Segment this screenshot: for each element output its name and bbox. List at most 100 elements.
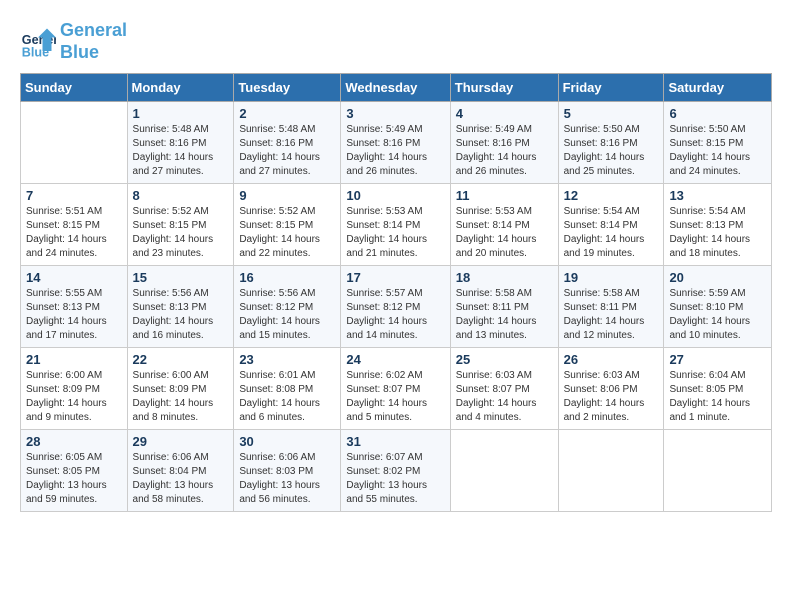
day-number: 24 — [346, 352, 444, 367]
calendar-cell: 20Sunrise: 5:59 AMSunset: 8:10 PMDayligh… — [664, 266, 772, 348]
calendar-cell: 23Sunrise: 6:01 AMSunset: 8:08 PMDayligh… — [234, 348, 341, 430]
calendar-table: SundayMondayTuesdayWednesdayThursdayFrid… — [20, 73, 772, 512]
day-info: Sunrise: 5:51 AM — [26, 205, 122, 219]
day-info: Sunset: 8:14 PM — [346, 219, 444, 233]
day-info: and 23 minutes. — [133, 247, 229, 261]
day-number: 18 — [456, 270, 553, 285]
day-number: 20 — [669, 270, 766, 285]
day-info: Daylight: 14 hours — [669, 233, 766, 247]
day-info: Sunrise: 5:54 AM — [564, 205, 659, 219]
day-info: Sunrise: 6:05 AM — [26, 451, 122, 465]
day-info: Daylight: 14 hours — [133, 315, 229, 329]
calendar-cell: 26Sunrise: 6:03 AMSunset: 8:06 PMDayligh… — [558, 348, 664, 430]
calendar-cell: 15Sunrise: 5:56 AMSunset: 8:13 PMDayligh… — [127, 266, 234, 348]
day-info: and 26 minutes. — [456, 165, 553, 179]
day-number: 1 — [133, 106, 229, 121]
day-info: and 26 minutes. — [346, 165, 444, 179]
logo-text: GeneralBlue — [60, 20, 127, 63]
calendar-week-row: 14Sunrise: 5:55 AMSunset: 8:13 PMDayligh… — [21, 266, 772, 348]
day-info: and 20 minutes. — [456, 247, 553, 261]
day-info: Sunset: 8:09 PM — [133, 383, 229, 397]
day-number: 28 — [26, 434, 122, 449]
day-info: and 4 minutes. — [456, 411, 553, 425]
day-info: Daylight: 14 hours — [239, 233, 335, 247]
day-info: and 15 minutes. — [239, 329, 335, 343]
day-info: Sunset: 8:05 PM — [26, 465, 122, 479]
day-info: Daylight: 13 hours — [26, 479, 122, 493]
day-header-sunday: Sunday — [21, 74, 128, 102]
day-info: Sunset: 8:05 PM — [669, 383, 766, 397]
day-info: Sunrise: 5:49 AM — [346, 123, 444, 137]
calendar-cell: 18Sunrise: 5:58 AMSunset: 8:11 PMDayligh… — [450, 266, 558, 348]
calendar-cell — [558, 430, 664, 512]
day-number: 6 — [669, 106, 766, 121]
calendar-cell: 4Sunrise: 5:49 AMSunset: 8:16 PMDaylight… — [450, 102, 558, 184]
day-info: Daylight: 13 hours — [239, 479, 335, 493]
calendar-cell: 25Sunrise: 6:03 AMSunset: 8:07 PMDayligh… — [450, 348, 558, 430]
day-number: 22 — [133, 352, 229, 367]
day-info: and 27 minutes. — [133, 165, 229, 179]
day-info: Sunset: 8:08 PM — [239, 383, 335, 397]
calendar-cell: 27Sunrise: 6:04 AMSunset: 8:05 PMDayligh… — [664, 348, 772, 430]
day-info: and 24 minutes. — [26, 247, 122, 261]
day-info: Daylight: 14 hours — [669, 397, 766, 411]
day-info: Sunrise: 6:06 AM — [239, 451, 335, 465]
day-info: Sunrise: 5:49 AM — [456, 123, 553, 137]
day-info: Sunrise: 6:06 AM — [133, 451, 229, 465]
day-info: Sunrise: 5:53 AM — [346, 205, 444, 219]
day-info: Sunset: 8:13 PM — [26, 301, 122, 315]
calendar-cell: 31Sunrise: 6:07 AMSunset: 8:02 PMDayligh… — [341, 430, 450, 512]
calendar-cell: 1Sunrise: 5:48 AMSunset: 8:16 PMDaylight… — [127, 102, 234, 184]
day-info: Sunset: 8:12 PM — [239, 301, 335, 315]
day-info: Sunrise: 6:03 AM — [456, 369, 553, 383]
day-number: 3 — [346, 106, 444, 121]
day-number: 5 — [564, 106, 659, 121]
day-info: Sunset: 8:02 PM — [346, 465, 444, 479]
calendar-week-row: 1Sunrise: 5:48 AMSunset: 8:16 PMDaylight… — [21, 102, 772, 184]
calendar-week-row: 28Sunrise: 6:05 AMSunset: 8:05 PMDayligh… — [21, 430, 772, 512]
day-info: Sunrise: 5:52 AM — [239, 205, 335, 219]
day-info: Daylight: 14 hours — [26, 397, 122, 411]
day-number: 12 — [564, 188, 659, 203]
calendar-cell: 21Sunrise: 6:00 AMSunset: 8:09 PMDayligh… — [21, 348, 128, 430]
day-info: Sunset: 8:12 PM — [346, 301, 444, 315]
day-info: Sunset: 8:16 PM — [346, 137, 444, 151]
day-info: and 19 minutes. — [564, 247, 659, 261]
day-number: 7 — [26, 188, 122, 203]
day-number: 16 — [239, 270, 335, 285]
day-info: and 14 minutes. — [346, 329, 444, 343]
calendar-cell — [21, 102, 128, 184]
logo: General Blue GeneralBlue — [20, 20, 127, 63]
day-info: Daylight: 14 hours — [669, 315, 766, 329]
calendar-cell: 7 Sunrise: 5:51 AMSunset: 8:15 PMDaylight… — [21, 184, 128, 266]
day-info: Daylight: 14 hours — [133, 233, 229, 247]
day-info: Sunset: 8:15 PM — [26, 219, 122, 233]
calendar-cell: 28 Sunrise: 6:05 AMSunset: 8:05 PMDayligh… — [21, 430, 128, 512]
day-info: Daylight: 14 hours — [26, 233, 122, 247]
day-info: Sunset: 8:15 PM — [133, 219, 229, 233]
logo-icon: General Blue — [20, 24, 56, 60]
calendar-cell: 10Sunrise: 5:53 AMSunset: 8:14 PMDayligh… — [341, 184, 450, 266]
day-info: Daylight: 14 hours — [456, 151, 553, 165]
day-info: Sunrise: 5:57 AM — [346, 287, 444, 301]
day-number: 4 — [456, 106, 553, 121]
day-number: 15 — [133, 270, 229, 285]
day-number: 27 — [669, 352, 766, 367]
day-info: Sunrise: 5:55 AM — [26, 287, 122, 301]
day-header-thursday: Thursday — [450, 74, 558, 102]
day-info: Daylight: 14 hours — [564, 233, 659, 247]
calendar-body: 1Sunrise: 5:48 AMSunset: 8:16 PMDaylight… — [21, 102, 772, 512]
calendar-header-row: SundayMondayTuesdayWednesdayThursdayFrid… — [21, 74, 772, 102]
day-info: Sunset: 8:11 PM — [564, 301, 659, 315]
day-info: and 22 minutes. — [239, 247, 335, 261]
calendar-cell: 2Sunrise: 5:48 AMSunset: 8:16 PMDaylight… — [234, 102, 341, 184]
day-info: Sunrise: 5:56 AM — [133, 287, 229, 301]
day-info: Daylight: 14 hours — [456, 315, 553, 329]
day-info: and 13 minutes. — [456, 329, 553, 343]
day-info: Daylight: 14 hours — [133, 151, 229, 165]
day-info: and 56 minutes. — [239, 493, 335, 507]
day-info: Daylight: 14 hours — [346, 315, 444, 329]
day-number: 30 — [239, 434, 335, 449]
day-info: Sunset: 8:03 PM — [239, 465, 335, 479]
calendar-cell: 8Sunrise: 5:52 AMSunset: 8:15 PMDaylight… — [127, 184, 234, 266]
